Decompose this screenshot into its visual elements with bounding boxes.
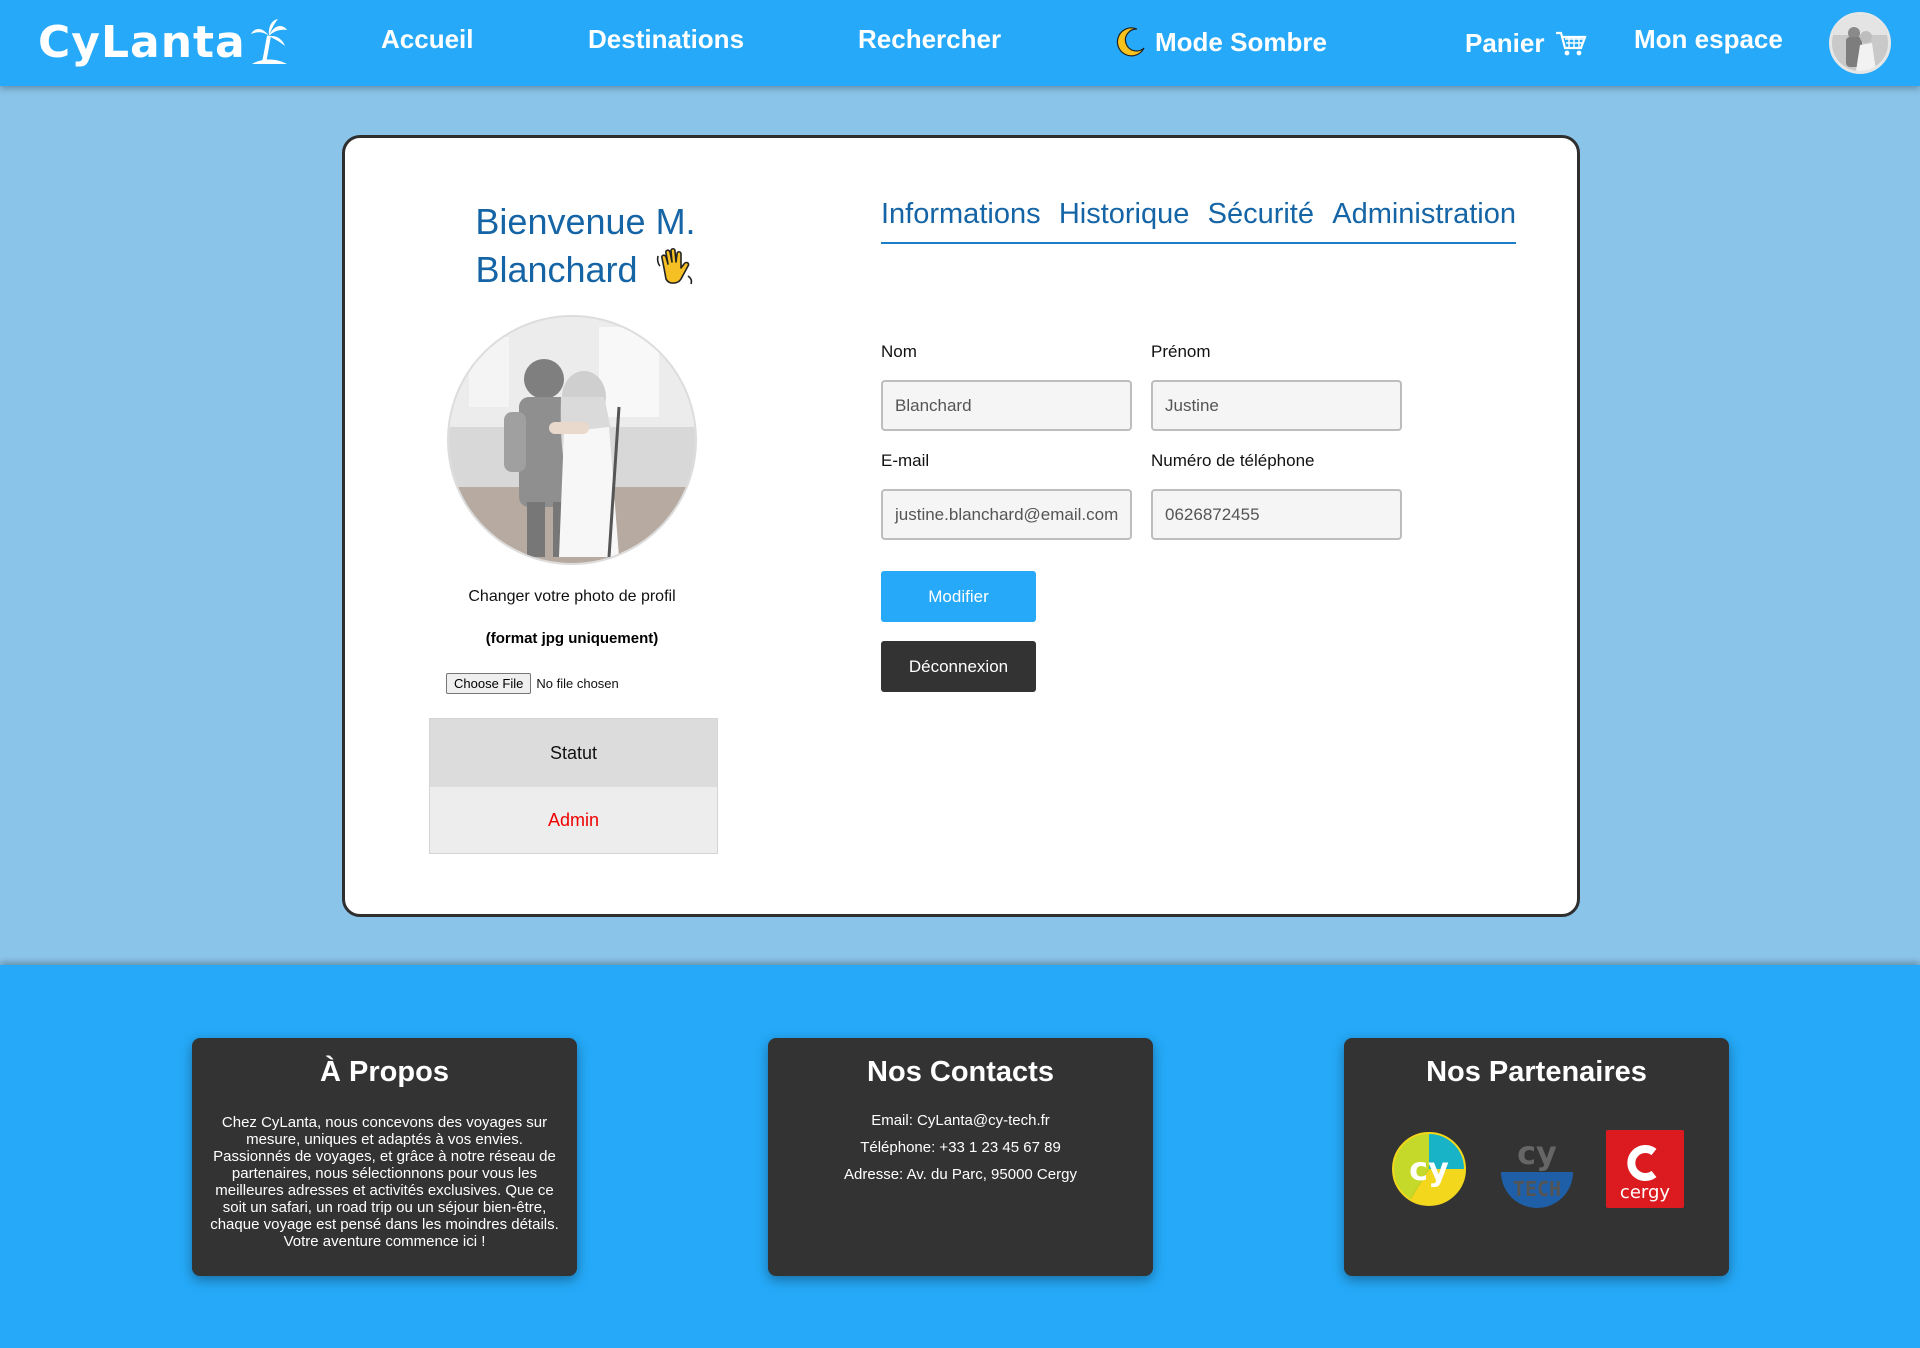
logo-text: CyLanta (38, 16, 246, 68)
phone-field[interactable]: 0626872455 (1151, 489, 1402, 540)
prenom-field[interactable]: Justine (1151, 380, 1402, 431)
format-note: (format jpg uniquement) (485, 630, 659, 647)
no-file-text: No file chosen (536, 676, 619, 691)
contact-address: Adresse: Av. du Parc, 95000 Cergy (844, 1166, 1077, 1183)
user-avatar[interactable] (1829, 12, 1891, 74)
choose-file-button[interactable]: Choose File (446, 673, 532, 694)
phone-label: Numéro de téléphone (1151, 451, 1315, 470)
file-upload: Choose File No file chosen (446, 673, 619, 694)
welcome-heading: Bienvenue M. Blanchard (463, 198, 708, 294)
contact-email: Email: CyLanta@cy-tech.fr (871, 1112, 1050, 1129)
contact-phone: Téléphone: +33 1 23 45 67 89 (860, 1139, 1061, 1156)
palm-tree-icon (250, 19, 287, 64)
partners-title: Nos Partenaires (1426, 1056, 1647, 1088)
cy-tech-logo[interactable]: cy TECH (1498, 1130, 1576, 1208)
contacts-title: Nos Contacts (867, 1056, 1054, 1088)
nav-dark-mode-toggle[interactable]: Mode Sombre (1115, 26, 1327, 58)
email-field[interactable]: justine.blanchard@email.com (881, 489, 1132, 540)
crescent-moon-icon (1116, 27, 1145, 57)
email-label: E-mail (881, 451, 930, 470)
cergy-logo[interactable]: cergy (1605, 1130, 1684, 1208)
contacts-card: Nos Contacts Email: CyLanta@cy-tech.fr T… (768, 1038, 1153, 1276)
about-text: Chez CyLanta, nous concevons des voyages… (210, 1114, 559, 1250)
profile-tabs: Informations Historique Sécurité Adminis… (881, 198, 1516, 244)
partner-logos: cy cy TECH cergy (1344, 1130, 1729, 1208)
waving-hand-icon (656, 247, 692, 285)
cylanta-logo[interactable]: CyLanta (38, 14, 288, 70)
profile-image (449, 317, 695, 563)
tab-informations[interactable]: Informations (881, 198, 1041, 242)
nav-destinations[interactable]: Destinations (588, 24, 744, 55)
status-table: Statut Admin (429, 718, 718, 854)
nom-label: Nom (881, 342, 917, 361)
prenom-label: Prénom (1151, 342, 1211, 361)
svg-text:cergy: cergy (1619, 1182, 1669, 1203)
footer: À Propos Chez CyLanta, nous concevons de… (0, 965, 1920, 1348)
about-title: À Propos (320, 1056, 449, 1088)
logout-button[interactable]: Déconnexion (881, 641, 1036, 692)
nav-panier[interactable]: Panier (1465, 28, 1587, 59)
nav-accueil[interactable]: Accueil (381, 24, 474, 55)
about-card: À Propos Chez CyLanta, nous concevons de… (192, 1038, 577, 1276)
cart-icon (1555, 31, 1587, 55)
profile-photo (447, 315, 697, 565)
tab-historique[interactable]: Historique (1059, 198, 1190, 242)
avatar-image (1832, 15, 1888, 71)
status-value: Admin (430, 787, 717, 853)
cy-logo[interactable]: cy (1390, 1130, 1468, 1208)
partners-card: Nos Partenaires cy cy TECH cergy (1344, 1038, 1729, 1276)
profile-card: Bienvenue M. Blanchard Changer votre pho… (342, 135, 1580, 917)
tab-securite[interactable]: Sécurité (1208, 198, 1314, 242)
dark-mode-label: Mode Sombre (1155, 26, 1327, 57)
svg-text:cy: cy (1409, 1150, 1449, 1188)
svg-text:TECH: TECH (1512, 1177, 1560, 1201)
cart-label: Panier (1465, 28, 1545, 58)
change-photo-text: Changer votre photo de profil (468, 588, 676, 605)
status-label: Statut (430, 719, 717, 787)
nav-rechercher[interactable]: Rechercher (858, 24, 1001, 55)
top-navbar: CyLanta Accueil Destinations Rechercher … (0, 0, 1920, 86)
tab-administration[interactable]: Administration (1332, 198, 1516, 242)
nom-field[interactable]: Blanchard (881, 380, 1132, 431)
svg-text:cy: cy (1517, 1134, 1557, 1172)
modify-button[interactable]: Modifier (881, 571, 1036, 622)
nav-mon-espace[interactable]: Mon espace (1634, 24, 1783, 55)
